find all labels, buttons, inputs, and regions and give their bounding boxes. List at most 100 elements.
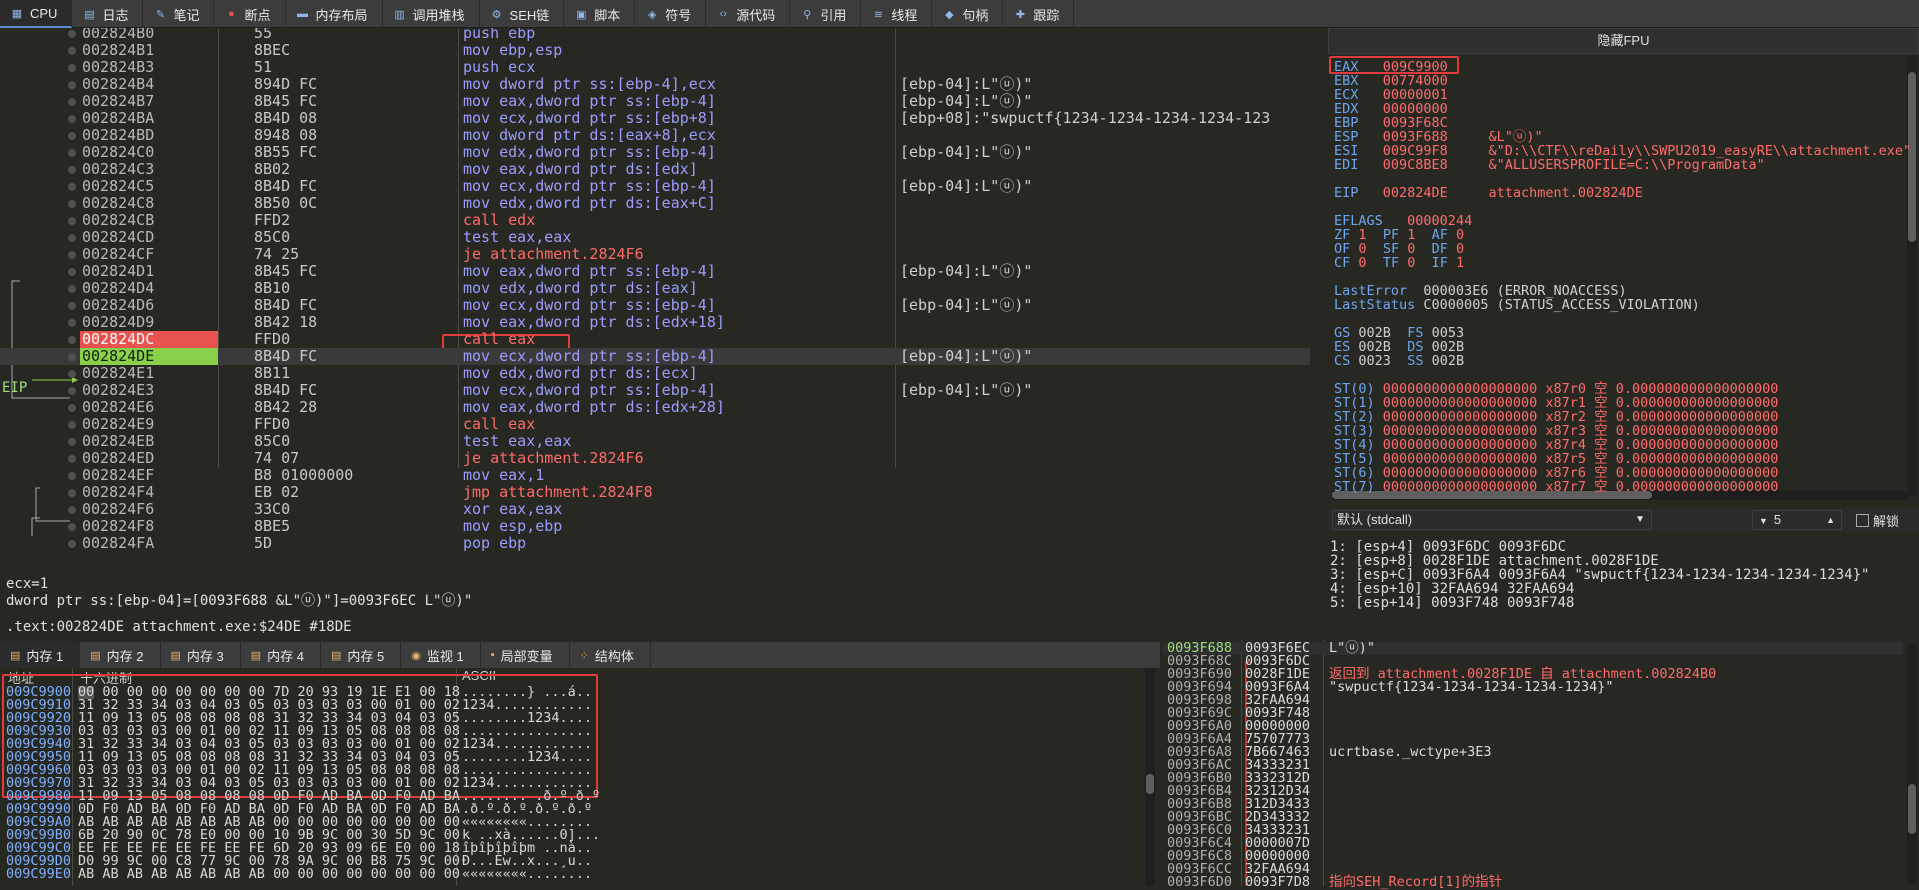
breakpoint-dot[interactable] [68,404,76,412]
dump-tab-6[interactable]: ◉ 监视 1 [401,642,481,668]
disasm-row[interactable]: 002824D9 8B42 18 mov eax,dword ptr ds:[edx… [0,314,1310,331]
breakpoint-dot[interactable] [68,421,76,429]
breakpoint-dot[interactable] [68,302,76,310]
disasm-row[interactable]: 002824CD 85C0 test eax,eax [0,229,1310,246]
disasm-row[interactable]: 002824E9 FFD0 call eax [0,416,1310,433]
disasm-row[interactable]: 002824E1 8B11 mov edx,dword ptr ds:[ecx] [0,365,1310,382]
dump-tab-2[interactable]: ▤ 内存 2 [80,642,161,668]
disasm-row[interactable]: 002824DC FFD0 call eax [0,331,1310,348]
segment-value[interactable]: 0023 [1358,353,1391,369]
dump-tab-5[interactable]: ▤ 内存 5 [321,642,402,668]
breakpoint-dot[interactable] [68,370,76,378]
call-arg-row[interactable]: 3: [esp+C] 0093F6A4 0093F6A4 "swpuctf{12… [1330,568,1910,582]
breakpoint-dot[interactable] [68,387,76,395]
disasm-row[interactable]: 002824F8 8BE5 mov esp,ebp [0,518,1310,535]
tab-seh[interactable]: ⚙ SEH链 [480,0,565,28]
disasm-row[interactable]: 002824DE 8B4D FC mov ecx,dword ptr ss:[ebp… [0,348,1310,365]
flag-value[interactable]: 1 [1456,255,1464,271]
breakpoint-dot[interactable] [68,81,76,89]
breakpoint-dot[interactable] [68,30,76,38]
disasm-row[interactable]: 002824ED 74 07 je attachment.2824F6 [0,450,1310,467]
arg-count-spinner[interactable]: ▼ 5 ▲ [1752,510,1842,530]
call-arg-row[interactable]: 1: [esp+4] 0093F6DC 0093F6DC [1330,540,1910,554]
tab-cpu[interactable]: ▦ CPU [0,0,73,28]
tab-references[interactable]: ⚲ 引用 [790,0,862,28]
breakpoint-dot[interactable] [68,166,76,174]
tab-source[interactable]: ‹› 源代码 [706,0,791,28]
disasm-row[interactable]: 002824B1 8BEC mov ebp,esp [0,42,1310,59]
disasm-row[interactable]: 002824C0 8B55 FC mov edx,dword ptr ss:[ebp… [0,144,1310,161]
tab-trace[interactable]: ✚ 跟踪 [1003,0,1075,28]
disasm-row[interactable]: 002824D1 8B45 FC mov eax,dword ptr ss:[ebp… [0,263,1310,280]
flag-value[interactable]: 0 [1358,255,1366,271]
segment-value[interactable]: 002B [1432,353,1465,369]
breakpoint-dot[interactable] [68,183,76,191]
stack-vscroll[interactable] [1907,644,1917,884]
breakpoint-dot[interactable] [68,132,76,140]
register-value[interactable]: 009C8BE8 [1383,157,1448,173]
dump-tab-4[interactable]: ▤ 内存 4 [241,642,321,668]
breakpoint-dot[interactable] [68,472,76,480]
breakpoint-dot[interactable] [68,523,76,531]
breakpoint-dot[interactable] [68,234,76,242]
disasm-row[interactable]: 002824E3 8B4D FC mov ecx,dword ptr ss:[ebp… [0,382,1310,399]
disasm-row[interactable]: 002824BD 8948 08 mov dword ptr ds:[eax+8],… [0,127,1310,144]
disasm-row[interactable]: 002824B3 51 push ecx [0,59,1310,76]
breakpoint-dot[interactable] [68,47,76,55]
tab-threads[interactable]: ≋ 线程 [861,0,933,28]
disasm-row[interactable]: 002824B4 894D FC mov dword ptr ss:[ebp-4],… [0,76,1310,93]
disasm-row[interactable]: 002824CB FFD2 call edx [0,212,1310,229]
disasm-row[interactable]: 002824FA 5D pop ebp [0,535,1310,552]
breakpoint-dot[interactable] [68,540,76,548]
disasm-row[interactable]: 002824D6 8B4D FC mov ecx,dword ptr ss:[ebp… [0,297,1310,314]
disasm-row[interactable]: 002824F4 EB 02 jmp attachment.2824F8 [0,484,1310,501]
hide-fpu-button[interactable]: 隐藏FPU [1328,28,1919,54]
disasm-row[interactable]: 002824F6 33C0 xor eax,eax [0,501,1310,518]
disasm-row[interactable]: 002824C8 8B50 0C mov edx,dword ptr ds:[eax… [0,195,1310,212]
call-arg-row[interactable]: 2: [esp+8] 0028F1DE attachment.0028F1DE [1330,554,1910,568]
tab-breakpoint[interactable]: ● 断点 [214,0,286,28]
unlock-checkbox[interactable]: 解锁 [1856,511,1899,530]
tab-notes[interactable]: ✎ 笔记 [143,0,215,28]
breakpoint-dot[interactable] [68,149,76,157]
dump-row[interactable]: 009C99E0 AB AB AB AB AB AB AB AB 00 00 00… [0,867,1140,881]
dump-vscroll[interactable] [1145,668,1155,886]
tab-log[interactable]: ▤ 日志 [72,0,144,28]
disasm-row[interactable]: 002824EB 85C0 test eax,eax [0,433,1310,450]
disasm-row[interactable]: 002824B0 55 push ebp [0,28,1310,42]
breakpoint-dot[interactable] [68,98,76,106]
disasm-row[interactable]: 002824B7 8B45 FC mov eax,dword ptr ss:[ebp… [0,93,1310,110]
dump-tab-8[interactable]: ⁘ 结构体 [570,642,651,668]
tab-handles[interactable]: ◆ 句柄 [932,0,1004,28]
flag-value[interactable]: 0 [1407,255,1415,271]
breakpoint-dot[interactable] [68,438,76,446]
dump-tab-1[interactable]: ▤ 内存 1 [0,642,81,668]
breakpoint-dot[interactable] [68,319,76,327]
tab-call-stack[interactable]: ▥ 调用堆栈 [383,0,480,28]
stack-view[interactable]: 0093F688 0093F6EC L"ⓤ)" 0093F68C 0093F6DC 009… [1163,640,1919,889]
breakpoint-dot[interactable] [68,217,76,225]
disasm-row[interactable]: 002824EF B8 01000000 mov eax,1 [0,467,1310,484]
breakpoint-dot[interactable] [68,200,76,208]
register-name[interactable]: EDI [1334,157,1358,173]
breakpoint-dot[interactable] [68,285,76,293]
dump-tab-7[interactable]: ▪ 局部变量 [481,642,570,668]
stack-row[interactable]: 0093F6D0 0093F7D8 指向SEH_Record[1]的指针 [1163,875,1903,889]
register-value[interactable]: 002824DE [1383,185,1448,201]
breakpoint-dot[interactable] [68,489,76,497]
dump-tab-3[interactable]: ▤ 内存 3 [161,642,241,668]
breakpoint-dot[interactable] [68,268,76,276]
tab-symbols[interactable]: ◈ 符号 [635,0,707,28]
call-convention-select[interactable]: 默认 (stdcall) ▼ [1332,510,1652,530]
breakpoint-dot[interactable] [68,336,76,344]
tab-script[interactable]: ▣ 脚本 [564,0,636,28]
registers-vscroll[interactable] [1907,56,1917,496]
memory-dump[interactable]: 地址 十六进制 ASCII 009C9900 00 00 00 00 00 00 … [0,668,1155,886]
breakpoint-dot[interactable] [68,455,76,463]
breakpoint-dot[interactable] [68,251,76,259]
tab-memory-map[interactable]: ▬ 内存布局 [286,0,383,28]
disasm-row[interactable]: 002824BA 8B4D 08 mov ecx,dword ptr ss:[ebp… [0,110,1310,127]
fpu-value[interactable]: 0000000000000000000 [1383,479,1537,495]
disasm-row[interactable]: 002824CF 74 25 je attachment.2824F6 [0,246,1310,263]
call-arg-row[interactable]: 4: [esp+10] 32FAA694 32FAA694 [1330,582,1910,596]
